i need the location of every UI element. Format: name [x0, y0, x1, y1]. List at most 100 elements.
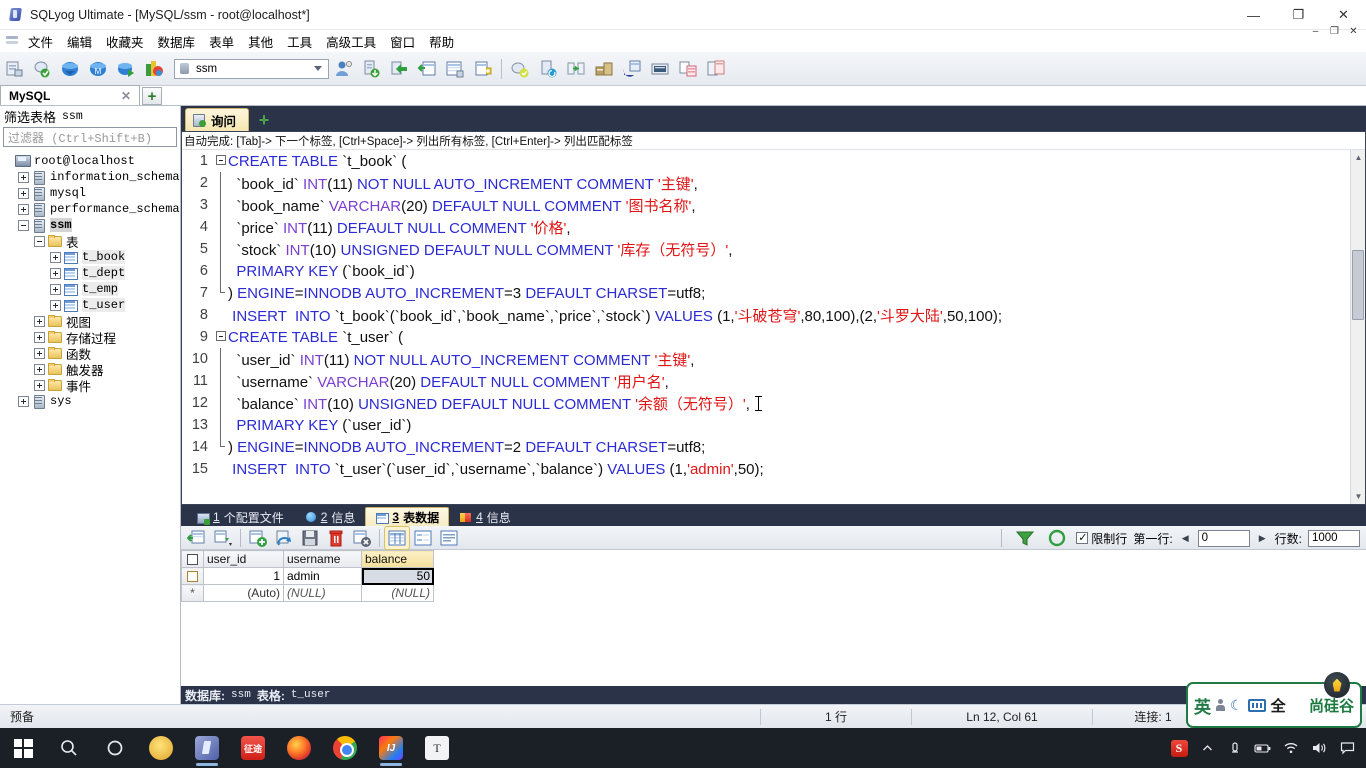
- grid-view-icon[interactable]: [384, 525, 410, 550]
- fold-column[interactable]: [214, 304, 228, 326]
- table-row[interactable]: 1 admin 50: [181, 567, 434, 585]
- form-view-icon[interactable]: [647, 56, 673, 82]
- expand-icon[interactable]: [18, 203, 29, 215]
- refresh-options-icon[interactable]: [211, 527, 235, 549]
- tray-battery[interactable]: [1250, 728, 1276, 768]
- expand-icon[interactable]: [50, 283, 61, 295]
- expand-icon[interactable]: [18, 187, 29, 199]
- expand-icon[interactable]: [18, 171, 29, 183]
- fold-column[interactable]: [214, 370, 228, 392]
- compare-icon[interactable]: [563, 56, 589, 82]
- grid-export-icon[interactable]: [675, 56, 701, 82]
- query-tab-active[interactable]: 询问: [185, 108, 250, 131]
- menu-edit[interactable]: 编辑: [60, 30, 99, 53]
- update-row-icon[interactable]: [272, 527, 296, 549]
- taskbar-app-chrome[interactable]: [322, 728, 368, 768]
- fold-column[interactable]: [214, 414, 228, 436]
- code-line[interactable]: 9 CREATE TABLE `t_user` (: [182, 326, 1365, 348]
- result-tab-4[interactable]: 4 信息: [449, 507, 521, 526]
- colorize-icon[interactable]: [141, 56, 167, 82]
- ime-moon-icon[interactable]: ☾: [1230, 697, 1243, 714]
- tray-onedrive[interactable]: [1222, 728, 1248, 768]
- column-header-username[interactable]: username: [283, 550, 362, 568]
- tree-item-t_book[interactable]: t_book: [2, 249, 180, 265]
- tree-item-t_dept[interactable]: t_dept: [2, 265, 180, 281]
- code-line[interactable]: 15 INSERT INTO `t_user`(`user_id`,`usern…: [182, 458, 1365, 480]
- tray-volume[interactable]: [1306, 728, 1332, 768]
- menu-tools[interactable]: 工具: [280, 30, 319, 53]
- collapse-icon[interactable]: [34, 235, 45, 247]
- first-row-prev-button[interactable]: ◀: [1179, 531, 1192, 546]
- fold-column[interactable]: [214, 260, 228, 282]
- fold-column[interactable]: [214, 150, 228, 172]
- expand-icon[interactable]: [50, 267, 61, 279]
- code-line[interactable]: 10 `user_id` INT(11) NOT NULL AUTO_INCRE…: [182, 348, 1365, 370]
- new-row[interactable]: * (Auto) (NULL) (NULL): [181, 584, 434, 602]
- cell-balance[interactable]: 50: [361, 567, 434, 585]
- code-line[interactable]: 7) ENGINE=INNODB AUTO_INCREMENT=3 DEFAUL…: [182, 282, 1365, 304]
- table-import-icon[interactable]: [414, 56, 440, 82]
- expand-icon[interactable]: [34, 347, 45, 359]
- expand-icon[interactable]: [50, 299, 61, 311]
- refresh-icon[interactable]: [29, 56, 55, 82]
- save-query-icon[interactable]: M: [85, 56, 111, 82]
- delete-row-icon[interactable]: [324, 527, 348, 549]
- sync-db-icon[interactable]: [507, 56, 533, 82]
- fold-column[interactable]: [214, 172, 228, 194]
- select-all-header[interactable]: [181, 550, 204, 568]
- code-line[interactable]: 8 INSERT INTO `t_book`(`book_id`,`book_n…: [182, 304, 1365, 326]
- code-line[interactable]: 3 `book_name` VARCHAR(20) DEFAULT NULL C…: [182, 194, 1365, 216]
- reset-filter-icon[interactable]: [1045, 527, 1069, 549]
- report-icon[interactable]: [703, 56, 729, 82]
- db-import-icon[interactable]: [386, 56, 412, 82]
- ime-mode-label[interactable]: 英: [1194, 693, 1211, 718]
- tray-sogou-input[interactable]: S: [1166, 728, 1192, 768]
- filter-icon[interactable]: [1013, 527, 1037, 549]
- tree-item-t_emp[interactable]: t_emp: [2, 281, 180, 297]
- expand-icon[interactable]: [34, 363, 45, 375]
- backup-icon[interactable]: [535, 56, 561, 82]
- menu-database[interactable]: 数据库: [151, 30, 203, 53]
- first-row-next-button[interactable]: ▶: [1256, 531, 1269, 546]
- code-line[interactable]: 11 `username` VARCHAR(20) DEFAULT NULL C…: [182, 370, 1365, 392]
- column-header-user-id[interactable]: user_id: [203, 550, 284, 568]
- menu-help[interactable]: 帮助: [422, 30, 461, 53]
- code-line[interactable]: 14) ENGINE=INNODB AUTO_INCREMENT=2 DEFAU…: [182, 436, 1365, 458]
- taskbar-app-sqlyog[interactable]: [184, 728, 230, 768]
- cortana-button[interactable]: [92, 728, 138, 768]
- taskbar-app-idea[interactable]: IJ: [368, 728, 414, 768]
- table-data-icon[interactable]: [442, 56, 468, 82]
- database-selector[interactable]: ssm: [174, 58, 329, 79]
- code-line[interactable]: 4 `price` INT(11) DEFAULT NULL COMMENT '…: [182, 216, 1365, 238]
- new-cell-balance[interactable]: (NULL): [361, 584, 434, 602]
- save-changes-icon[interactable]: [298, 527, 322, 549]
- expand-icon[interactable]: [34, 315, 45, 327]
- taskbar-app-powerpoint[interactable]: [138, 728, 184, 768]
- schema-designer-icon[interactable]: [470, 56, 496, 82]
- ime-keyboard-icon[interactable]: [1247, 698, 1266, 712]
- scroll-down-icon[interactable]: ▼: [1351, 489, 1366, 504]
- cell-user-id[interactable]: 1: [203, 567, 284, 585]
- expand-icon[interactable]: [50, 251, 61, 263]
- open-query-icon[interactable]: [57, 56, 83, 82]
- ime-toolbar[interactable]: 英 ☾ 全 尚硅谷: [1186, 672, 1362, 728]
- fold-column[interactable]: [214, 194, 228, 216]
- row-count-input[interactable]: 1000: [1308, 529, 1360, 547]
- tree-item-sys[interactable]: sys: [2, 393, 180, 409]
- fold-column[interactable]: [214, 326, 228, 348]
- tree-item-ssm[interactable]: ssm: [2, 217, 180, 233]
- fold-column[interactable]: [214, 216, 228, 238]
- tree-item-information_schema[interactable]: information_schema: [2, 169, 180, 185]
- row-selector[interactable]: [181, 567, 204, 585]
- tray-show-hidden[interactable]: [1194, 728, 1220, 768]
- execute-query-icon[interactable]: [113, 56, 139, 82]
- taskbar-app-typora[interactable]: T: [414, 728, 460, 768]
- code-line[interactable]: 12 `balance` INT(10) UNSIGNED DEFAULT NU…: [182, 392, 1365, 414]
- expand-icon[interactable]: [34, 379, 45, 391]
- tray-action-center[interactable]: [1334, 728, 1360, 768]
- menu-window[interactable]: 窗口: [383, 30, 422, 53]
- taskbar-app-firefox[interactable]: [276, 728, 322, 768]
- editor-vertical-scrollbar[interactable]: ▲ ▼: [1350, 150, 1365, 504]
- code-line[interactable]: 1 CREATE TABLE `t_book` (: [182, 150, 1365, 172]
- collapse-block-icon[interactable]: [216, 155, 226, 165]
